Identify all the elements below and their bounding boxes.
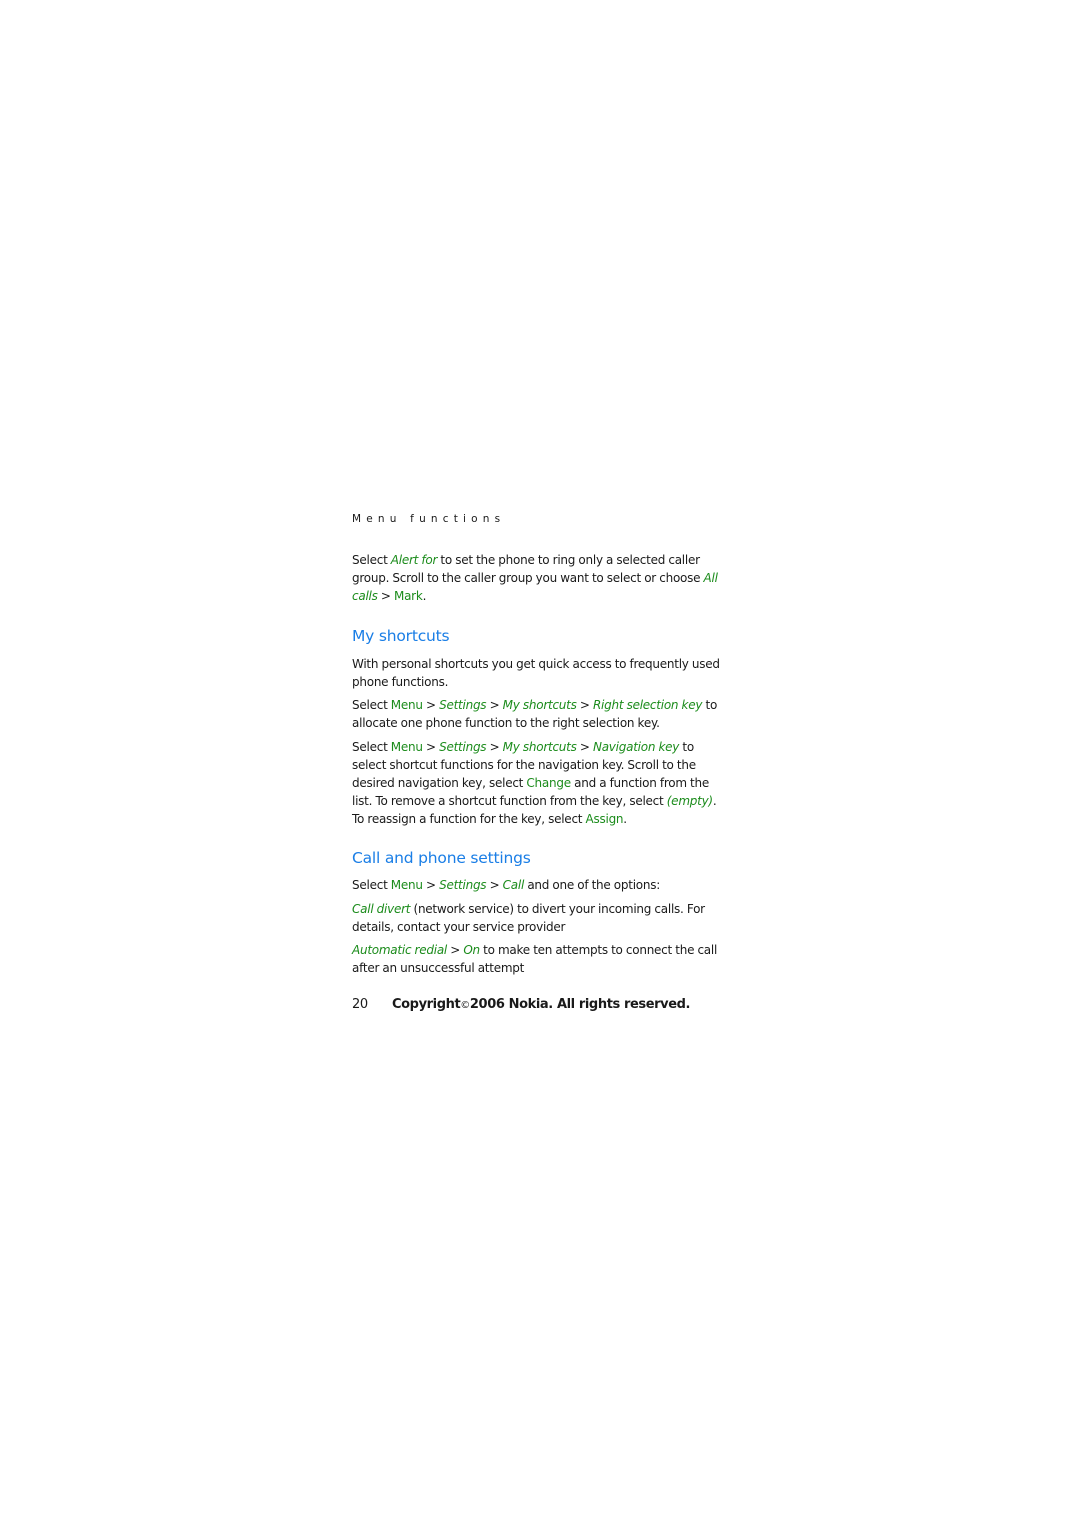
alert-for-option: Alert for bbox=[390, 553, 438, 567]
on-option: On bbox=[463, 943, 480, 957]
right-selection-key-option: Right selection key bbox=[592, 698, 703, 712]
section-heading-my-shortcuts: My shortcuts bbox=[352, 627, 450, 645]
intro-paragraph: Select Alert for to set the phone to rin… bbox=[352, 553, 718, 603]
navigation-key-paragraph: Select Menu > Settings > My shortcuts > … bbox=[352, 740, 717, 826]
empty-option: (empty) bbox=[666, 794, 713, 808]
shortcuts-intro-paragraph: With personal shortcuts you get quick ac… bbox=[352, 657, 720, 689]
running-head: Menu functions bbox=[352, 513, 506, 525]
menu-command: Menu bbox=[390, 698, 423, 712]
right-selection-key-paragraph: Select Menu > Settings > My shortcuts > … bbox=[352, 698, 718, 730]
menu-command: Menu bbox=[390, 740, 423, 754]
page-number: 20 bbox=[352, 997, 368, 1012]
settings-option: Settings bbox=[439, 878, 487, 892]
my-shortcuts-option: My shortcuts bbox=[502, 740, 577, 754]
call-divert-paragraph: Call divert (network service) to divert … bbox=[352, 902, 705, 934]
change-command: Change bbox=[526, 776, 571, 790]
assign-command: Assign bbox=[585, 812, 624, 826]
call-option: Call bbox=[502, 878, 525, 892]
section-heading-call-and-phone-settings: Call and phone settings bbox=[352, 849, 531, 867]
page-footer: 20 Copyright©2006 Nokia. All rights reser… bbox=[352, 997, 691, 1012]
settings-option: Settings bbox=[439, 740, 487, 754]
settings-option: Settings bbox=[439, 698, 487, 712]
automatic-redial-option: Automatic redial bbox=[352, 943, 448, 957]
navigation-key-option: Navigation key bbox=[592, 740, 680, 754]
copyright-text: 2006 Nokia. All rights reserved. bbox=[469, 997, 691, 1012]
copyright-symbol: © bbox=[460, 1000, 470, 1011]
call-divert-option: Call divert bbox=[352, 902, 411, 916]
mark-command: Mark bbox=[393, 589, 423, 603]
automatic-redial-paragraph: Automatic redial > On to make ten attemp… bbox=[352, 943, 718, 975]
call-settings-intro-paragraph: Select Menu > Settings > Call and one of… bbox=[352, 878, 661, 892]
my-shortcuts-option: My shortcuts bbox=[502, 698, 577, 712]
menu-command: Menu bbox=[390, 878, 423, 892]
copyright-prefix: Copyright bbox=[392, 997, 461, 1012]
